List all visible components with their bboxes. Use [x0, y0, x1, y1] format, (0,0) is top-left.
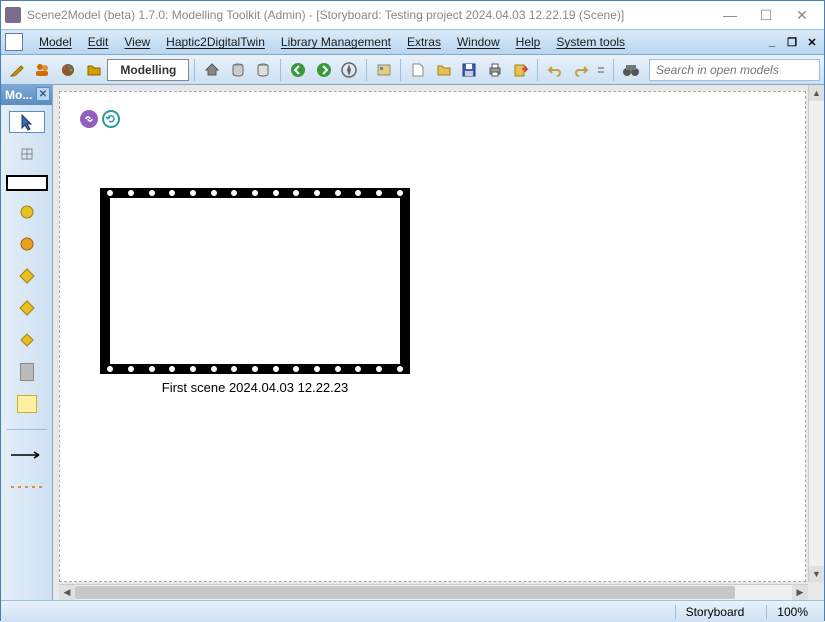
dotted-line-tool[interactable]: [9, 476, 45, 498]
statusbar: Storyboard 100%: [1, 600, 824, 622]
print-icon[interactable]: [483, 58, 507, 82]
nav-back-icon[interactable]: [286, 58, 310, 82]
save-icon[interactable]: [458, 58, 482, 82]
status-zoom[interactable]: 100%: [766, 605, 818, 619]
diamond-tool-3[interactable]: [9, 329, 45, 351]
scroll-down-icon[interactable]: ▼: [809, 566, 824, 582]
menubar: Model Edit View Haptic2DigitalTwin Libra…: [1, 29, 824, 55]
new-file-icon[interactable]: [406, 58, 430, 82]
canvas-refresh-icon[interactable]: [102, 110, 120, 128]
mdi-close-button[interactable]: ✕: [804, 35, 820, 49]
diamond-tool-1[interactable]: [9, 265, 45, 287]
menu-window[interactable]: Window: [449, 31, 508, 53]
close-button[interactable]: ✕: [784, 3, 820, 27]
maximize-button[interactable]: ☐: [748, 3, 784, 27]
palette-tab[interactable]: Mo... ✕: [1, 85, 52, 105]
scroll-thumb[interactable]: [75, 586, 735, 599]
export-icon[interactable]: [509, 58, 533, 82]
redo-icon[interactable]: [569, 58, 593, 82]
window-title: Scene2Model (beta) 1.7.0: Modelling Tool…: [27, 8, 712, 22]
canvas-link-icon[interactable]: [80, 110, 98, 128]
grey-rect-tool[interactable]: [9, 361, 45, 383]
menu-haptic[interactable]: Haptic2DigitalTwin: [158, 31, 273, 53]
menu-model[interactable]: Model: [31, 31, 80, 53]
canvas-area: First scene 2024.04.03 12.22.23 ▲ ▼ ◀ ▶: [53, 85, 824, 600]
mode-label[interactable]: Modelling: [107, 59, 189, 81]
database-alt-icon[interactable]: [252, 58, 276, 82]
circle-yellow-tool[interactable]: [9, 201, 45, 223]
circle-orange-tool[interactable]: [9, 233, 45, 255]
undo-history-icon[interactable]: [595, 58, 609, 82]
menu-view[interactable]: View: [116, 31, 158, 53]
status-model-type: Storyboard: [675, 605, 755, 619]
search-input[interactable]: [649, 59, 820, 81]
titlebar: Scene2Model (beta) 1.7.0: Modelling Tool…: [1, 1, 824, 29]
palette-icon[interactable]: [56, 58, 80, 82]
canvas[interactable]: First scene 2024.04.03 12.22.23: [59, 91, 806, 582]
grid-tool[interactable]: [9, 143, 45, 165]
users-icon[interactable]: [31, 58, 55, 82]
horizontal-scrollbar[interactable]: ◀ ▶: [59, 584, 808, 600]
model-view-icon[interactable]: [372, 58, 396, 82]
home-icon[interactable]: [200, 58, 224, 82]
minimize-button[interactable]: —: [712, 3, 748, 27]
menu-edit[interactable]: Edit: [80, 31, 117, 53]
mdi-minimize-button[interactable]: _: [764, 35, 780, 49]
nav-forward-icon[interactable]: [312, 58, 336, 82]
open-folder-icon[interactable]: [432, 58, 456, 82]
menu-system-tools[interactable]: System tools: [548, 31, 633, 53]
edit-tool-icon[interactable]: [5, 58, 29, 82]
binoculars-icon[interactable]: [619, 58, 643, 82]
tool-palette: Mo... ✕: [1, 85, 53, 600]
scroll-up-icon[interactable]: ▲: [809, 85, 824, 101]
rectangle-tool[interactable]: [6, 175, 48, 191]
diamond-tool-2[interactable]: [9, 297, 45, 319]
yellow-rect-tool[interactable]: [9, 393, 45, 415]
scroll-right-icon[interactable]: ▶: [792, 585, 808, 600]
palette-close-icon[interactable]: ✕: [36, 87, 50, 101]
palette-tab-label: Mo...: [5, 88, 32, 102]
mdi-restore-button[interactable]: ❐: [784, 35, 800, 49]
pointer-tool[interactable]: [9, 111, 45, 133]
vertical-scrollbar[interactable]: ▲ ▼: [808, 85, 824, 582]
menu-extras[interactable]: Extras: [399, 31, 449, 53]
toolbar: Modelling: [1, 55, 824, 85]
scroll-left-icon[interactable]: ◀: [59, 585, 75, 600]
menubar-app-icon[interactable]: [5, 33, 23, 51]
arrow-tool[interactable]: [9, 444, 45, 466]
menu-library[interactable]: Library Management: [273, 31, 399, 53]
undo-icon[interactable]: [543, 58, 567, 82]
scene-caption: First scene 2024.04.03 12.22.23: [100, 380, 410, 395]
scene-element[interactable]: First scene 2024.04.03 12.22.23: [100, 188, 410, 395]
database-icon[interactable]: [226, 58, 250, 82]
compass-icon[interactable]: [337, 58, 361, 82]
folder-icon[interactable]: [82, 58, 106, 82]
app-icon: [5, 7, 21, 23]
menu-help[interactable]: Help: [508, 31, 549, 53]
